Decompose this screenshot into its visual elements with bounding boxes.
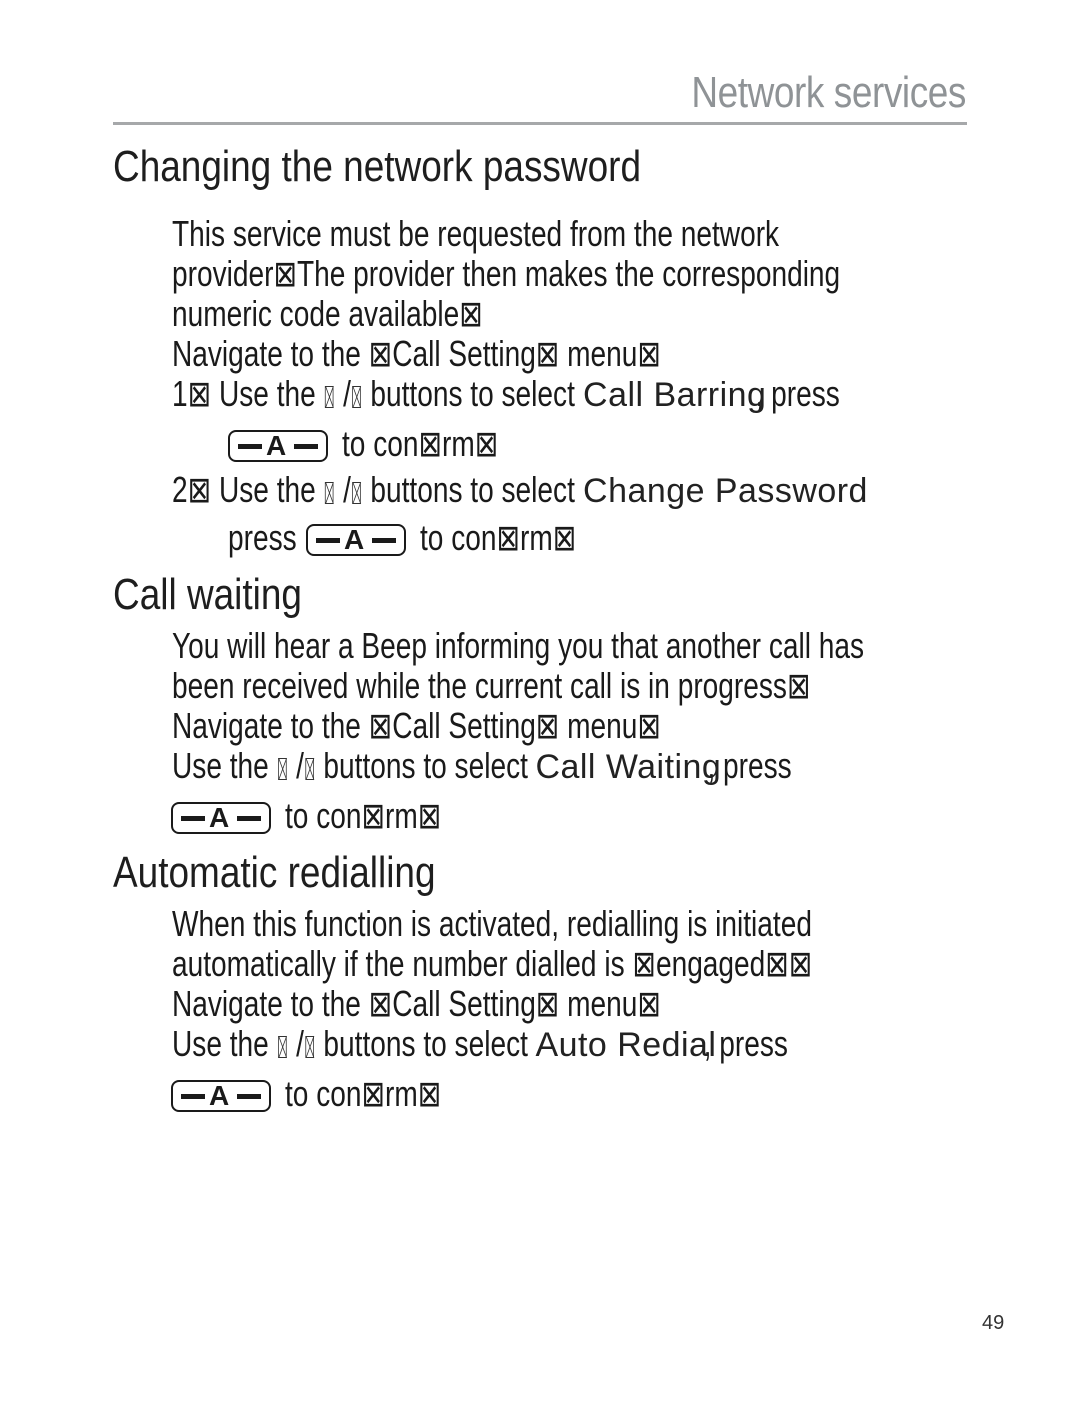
intro-line: been received while the current call is … bbox=[172, 665, 811, 706]
confirm-text: to con⊠rm⊠ bbox=[420, 517, 577, 558]
ok-key-icon: A bbox=[228, 430, 328, 462]
step-text: Use the bbox=[172, 1023, 269, 1064]
intro-line: provider⊠The provider then makes the cor… bbox=[172, 253, 841, 294]
confirm-text: to con⊠rm⊠ bbox=[342, 423, 499, 464]
intro-line: numeric code available⊠ bbox=[172, 293, 483, 334]
separator: / bbox=[343, 373, 351, 414]
step-number: 2⊠ bbox=[172, 469, 212, 510]
separator: / bbox=[296, 1023, 304, 1064]
intro-line: This service must be requested from the … bbox=[172, 213, 780, 254]
menu-item-name: Change Password bbox=[582, 472, 868, 510]
ok-key-icon: A bbox=[171, 802, 271, 834]
up-arrow-icon bbox=[278, 1036, 287, 1058]
confirm-text: to con⊠rm⊠ bbox=[285, 1073, 442, 1114]
menu-item-name: Call Waiting bbox=[535, 748, 722, 786]
call-waiting-confirm: Ato con⊠rm⊠ bbox=[171, 796, 485, 836]
up-arrow-icon bbox=[278, 758, 287, 780]
down-arrow-icon bbox=[352, 482, 362, 504]
call-waiting-instruction: Use the / buttons to select Call Waiting… bbox=[172, 746, 792, 787]
section-title-automatic-redialling: Automatic redialling bbox=[113, 848, 436, 897]
section-title-call-waiting: Call waiting bbox=[113, 570, 302, 619]
step-text: buttons to select bbox=[323, 745, 528, 786]
navigate-instruction: Navigate to the ⊠Call Setting⊠ menu⊠ bbox=[172, 983, 661, 1024]
navigate-instruction: Navigate to the ⊠Call Setting⊠ menu⊠ bbox=[172, 333, 661, 374]
step-number: 1⊠ bbox=[172, 373, 212, 414]
down-arrow-icon bbox=[305, 758, 315, 780]
step-text: buttons to select bbox=[370, 469, 575, 510]
header-divider bbox=[113, 122, 967, 125]
header-section-title: Network services bbox=[691, 68, 966, 117]
ok-key-icon: A bbox=[306, 524, 406, 556]
intro-line: automatically if the number dialled is ⊠… bbox=[172, 943, 813, 984]
auto-redial-confirm: Ato con⊠rm⊠ bbox=[171, 1074, 485, 1114]
confirm-text: to con⊠rm⊠ bbox=[285, 795, 442, 836]
step-text: Use the bbox=[218, 373, 316, 414]
separator: / bbox=[343, 469, 351, 510]
menu-item-name: Auto Redial bbox=[535, 1026, 717, 1064]
separator: / bbox=[296, 745, 304, 786]
step-text: , press bbox=[755, 373, 840, 414]
press-text: press bbox=[228, 517, 297, 558]
step-2: 2⊠ Use the / buttons to select Change Pa… bbox=[172, 469, 867, 511]
step-text: Use the bbox=[172, 745, 269, 786]
menu-item-name: Call Barring bbox=[582, 376, 767, 414]
step-2-confirm: press Ato con⊠rm⊠ bbox=[228, 518, 620, 558]
step-text: buttons to select bbox=[370, 373, 575, 414]
navigate-instruction: Navigate to the ⊠Call Setting⊠ menu⊠ bbox=[172, 705, 661, 746]
step-text: buttons to select bbox=[323, 1023, 528, 1064]
step-1: 1⊠ Use the / buttons to select Call Barr… bbox=[172, 374, 840, 415]
intro-line: When this function is activated, rediall… bbox=[172, 903, 812, 944]
auto-redial-instruction: Use the / buttons to select Auto Redial,… bbox=[172, 1024, 788, 1065]
up-arrow-icon bbox=[325, 482, 334, 504]
down-arrow-icon bbox=[352, 386, 362, 408]
section-title-network-password: Changing the network password bbox=[113, 142, 642, 191]
intro-line: You will hear a Beep informing you that … bbox=[172, 625, 865, 666]
step-text: Use the bbox=[218, 469, 316, 510]
ok-key-icon: A bbox=[171, 1080, 271, 1112]
step-1-confirm: Ato con⊠rm⊠ bbox=[228, 424, 542, 464]
up-arrow-icon bbox=[325, 386, 334, 408]
page-number: 49 bbox=[982, 1312, 1005, 1334]
down-arrow-icon bbox=[305, 1036, 315, 1058]
